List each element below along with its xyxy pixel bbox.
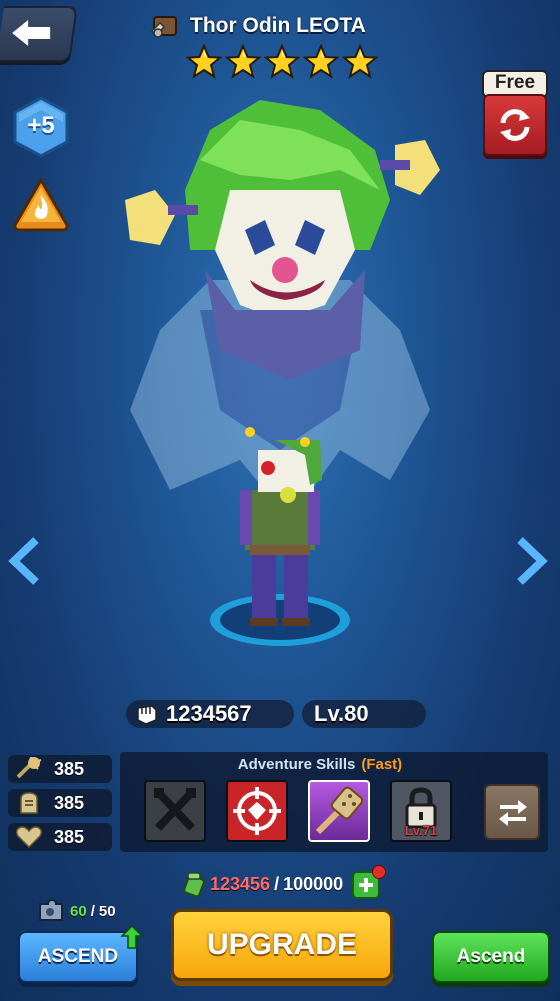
- weapon-class-icon: [150, 16, 177, 38]
- level-display: Lv.80: [302, 700, 426, 728]
- hero-name: Thor Odin LEOTA: [190, 14, 366, 37]
- adventure-skills-panel: Adventure Skills (Fast) Lv.71: [120, 752, 548, 852]
- mace-icon: [315, 786, 364, 835]
- stat-defense: 385: [8, 789, 112, 817]
- back-button[interactable]: [0, 6, 78, 62]
- stat-attack: 385: [8, 755, 112, 783]
- currency-separator: /: [274, 873, 280, 894]
- currency-have: 123456: [210, 873, 271, 894]
- club-icon: [16, 757, 42, 779]
- fire-icon: [13, 177, 69, 232]
- swap-skills-button[interactable]: [484, 784, 540, 840]
- shards-separator: /: [90, 902, 95, 920]
- fist-icon: [137, 705, 157, 725]
- arrow-up-icon: [120, 924, 144, 955]
- star-icon: [264, 44, 300, 80]
- shards-have: 60: [70, 902, 87, 920]
- stat-health: 385: [8, 823, 112, 851]
- heart-icon: [15, 826, 43, 849]
- chevron-left-icon: [8, 537, 39, 585]
- stat-value: 385: [54, 793, 85, 813]
- hero-portrait: [125, 100, 440, 646]
- crossed-weapons-icon: [154, 788, 196, 831]
- target-icon: [233, 787, 281, 835]
- currency-need: 100000: [283, 873, 344, 894]
- shard-progress: 60/50: [36, 898, 116, 924]
- star-icon: [225, 44, 261, 80]
- power-value: 1234567: [166, 701, 252, 726]
- skills-title: Adventure Skills (Fast): [120, 756, 520, 773]
- next-hero-arrow[interactable]: [514, 536, 548, 591]
- prev-hero-arrow[interactable]: [8, 536, 42, 591]
- tombstone-icon: [20, 792, 38, 814]
- bonus-text: +5: [27, 112, 55, 139]
- upgrade-button[interactable]: UPGRADE: [171, 909, 393, 981]
- skill-unlock-level: Lv.71: [404, 823, 438, 838]
- back-arrow-icon: [12, 20, 51, 46]
- star-icon: [186, 44, 222, 80]
- skill-slot-4-locked[interactable]: Lv.71: [390, 780, 452, 842]
- refresh-button[interactable]: [483, 94, 547, 156]
- skill-slot-1[interactable]: [144, 780, 206, 842]
- power-display: 1234567: [126, 700, 294, 728]
- puzzle-piece-icon: [39, 898, 63, 921]
- star-rating: [186, 44, 378, 80]
- skill-slot-3[interactable]: [308, 780, 370, 842]
- notification-dot: [372, 865, 386, 879]
- skills-heading: Adventure Skills: [237, 756, 356, 773]
- chevron-right-icon: [517, 537, 548, 585]
- ascend-green-button[interactable]: Ascend: [432, 931, 550, 983]
- element-badge[interactable]: [11, 177, 71, 233]
- upgrade-cost: 123456/100000: [182, 870, 343, 898]
- bonus-badge[interactable]: +5: [12, 96, 70, 158]
- star-icon: [303, 44, 339, 80]
- swap-arrows-icon: [499, 800, 527, 826]
- stat-value: 385: [54, 827, 85, 847]
- shards-need: 50: [98, 902, 116, 920]
- hero-title: Thor Odin LEOTA: [148, 10, 408, 42]
- skill-slot-2[interactable]: [226, 780, 288, 842]
- stat-value: 385: [54, 759, 85, 779]
- refresh-icon: [500, 109, 530, 141]
- skills-speed-tag: (Fast): [361, 756, 403, 773]
- level-value: Lv.80: [314, 701, 369, 726]
- cash-icon: [183, 872, 205, 897]
- star-icon: [342, 44, 378, 80]
